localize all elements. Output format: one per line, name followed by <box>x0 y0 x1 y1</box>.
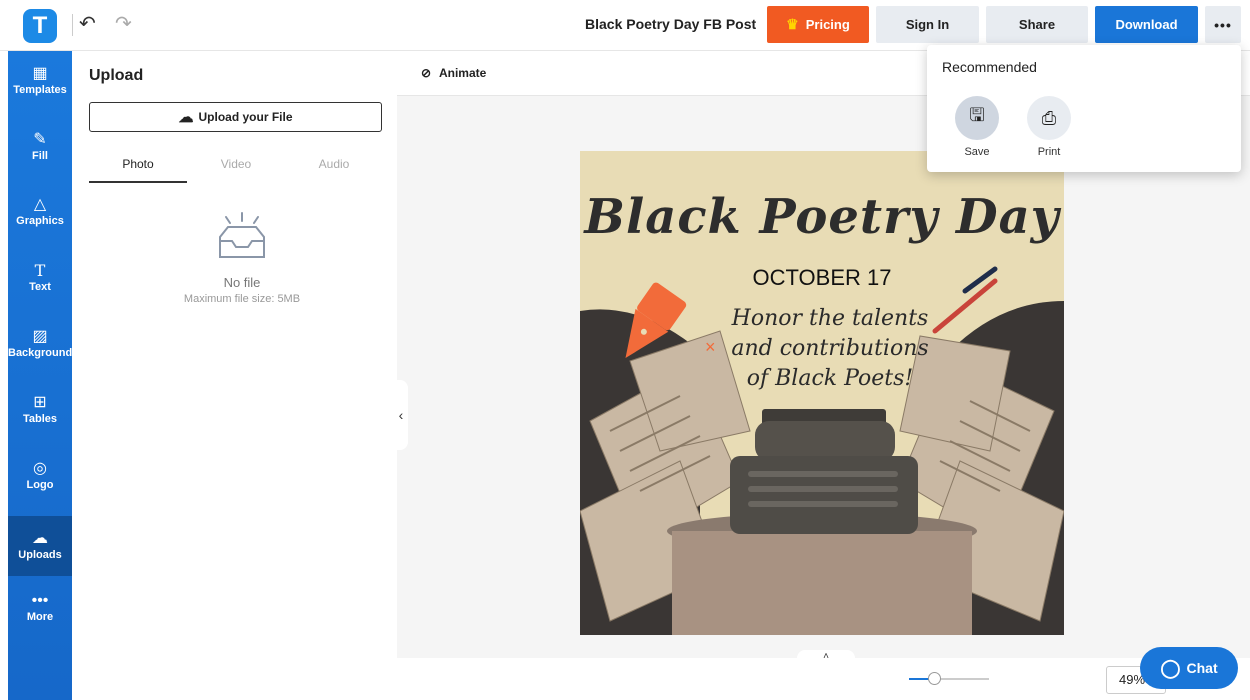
sidebar-item-label: Templates <box>13 84 67 96</box>
pricing-button[interactable]: ♛ Pricing <box>767 6 869 43</box>
sidebar: ▦ Templates ✎ Fill △ Graphics T Text ▨ B… <box>8 51 72 700</box>
panel-title: Upload <box>89 67 144 84</box>
redo-icon[interactable]: ↷ <box>115 11 132 36</box>
zoom-slider[interactable] <box>909 672 989 685</box>
sidebar-item-label: Background <box>8 347 73 359</box>
background-icon: ▨ <box>32 328 48 345</box>
upload-panel: Upload ☁ Upload your File Photo Video Au… <box>72 51 397 700</box>
animate-button[interactable]: ⊘ Animate <box>421 66 486 80</box>
sidebar-item-label: Graphics <box>16 215 64 227</box>
download-button[interactable]: Download <box>1095 6 1198 43</box>
empty-state-subtitle: Maximum file size: 5MB <box>183 293 301 305</box>
crown-icon: ♛ <box>786 16 799 32</box>
sidebar-item-text[interactable]: T Text <box>8 248 72 308</box>
poster-text-line: and contributions <box>731 336 929 361</box>
text-icon: T <box>34 261 46 280</box>
svg-text:×: × <box>705 337 716 357</box>
undo-icon[interactable]: ↶ <box>79 11 96 36</box>
logo-icon: ◎ <box>33 460 47 477</box>
share-button[interactable]: Share <box>986 6 1088 43</box>
save-icon: 🖫 <box>955 96 999 140</box>
poster-title: Black Poetry Day <box>584 189 1060 245</box>
top-bar: T ↶ ↷ Black Poetry Day FB Post ♛ Pricing… <box>0 0 1250 51</box>
pencil-icon: ✎ <box>33 131 47 148</box>
print-label: Print <box>1037 146 1061 158</box>
sign-in-button[interactable]: Sign In <box>876 6 979 43</box>
sidebar-item-label: Logo <box>26 479 54 491</box>
sidebar-item-label: Text <box>29 281 51 293</box>
download-options-dropdown: Recommended 🖫 Save ⎙ Print <box>927 45 1241 172</box>
sidebar-item-graphics[interactable]: △ Graphics <box>8 182 72 242</box>
empty-inbox-icon <box>219 212 265 258</box>
sidebar-item-label: More <box>26 611 54 623</box>
upload-button-label: Upload your File <box>198 110 293 124</box>
print-option[interactable]: ⎙ Print <box>1019 96 1079 158</box>
pricing-label: Pricing <box>805 17 850 32</box>
sidebar-item-background[interactable]: ▨ Background <box>8 314 72 374</box>
sidebar-item-label: Fill <box>32 150 48 162</box>
shapes-icon: △ <box>33 196 47 213</box>
chat-button[interactable]: ◯ Chat <box>1140 647 1238 689</box>
divider <box>72 14 73 36</box>
poster-design[interactable]: × Black Poetry Day OCTOBER 17 Honor the … <box>580 151 1064 635</box>
print-icon: ⎙ <box>1027 96 1071 140</box>
chat-icon: ◯ <box>1160 657 1181 678</box>
sidebar-item-label: Uploads <box>18 549 62 561</box>
tab-video[interactable]: Video <box>187 151 285 183</box>
sidebar-item-more[interactable]: ••• More <box>8 578 72 638</box>
sidebar-item-label: Tables <box>22 413 58 425</box>
tab-photo[interactable]: Photo <box>89 151 187 183</box>
document-title[interactable]: Black Poetry Day FB Post <box>585 16 756 32</box>
cloud-upload-icon: ☁ <box>32 530 48 547</box>
sidebar-item-uploads[interactable]: ☁ Uploads <box>8 516 72 576</box>
upload-file-button[interactable]: ☁ Upload your File <box>89 102 382 132</box>
dropdown-title: Recommended <box>942 59 1037 75</box>
animate-label: Animate <box>438 66 487 80</box>
app-logo[interactable]: T <box>23 9 57 43</box>
empty-state-title: No file <box>223 275 261 290</box>
sidebar-item-templates[interactable]: ▦ Templates <box>8 51 72 111</box>
sidebar-item-fill[interactable]: ✎ Fill <box>8 117 72 177</box>
chat-label: Chat <box>1186 660 1218 676</box>
poster-text-line: of Black Poets! <box>746 366 914 391</box>
templates-icon: ▦ <box>32 65 48 82</box>
more-options-button[interactable]: ••• <box>1205 6 1241 43</box>
table-icon: ⊞ <box>33 394 47 411</box>
bottom-bar: ˄ 49% <box>397 650 1250 700</box>
cloud-upload-icon: ☁ <box>178 109 194 126</box>
media-tabs: Photo Video Audio <box>89 151 382 183</box>
chevron-up-icon[interactable]: ˄ <box>797 650 855 664</box>
tab-audio[interactable]: Audio <box>285 151 383 183</box>
animate-icon: ⊘ <box>421 66 432 80</box>
sidebar-item-logo[interactable]: ◎ Logo <box>8 446 72 506</box>
collapse-panel-button[interactable]: ‹ <box>394 380 408 450</box>
save-label: Save <box>964 146 990 158</box>
poster-text-line: Honor the talents <box>731 306 929 331</box>
save-option[interactable]: 🖫 Save <box>947 96 1007 158</box>
more-icon: ••• <box>31 592 49 609</box>
sidebar-item-tables[interactable]: ⊞ Tables <box>8 380 72 440</box>
zoom-slider-handle[interactable] <box>928 672 941 685</box>
poster-date: OCTOBER 17 <box>752 265 892 290</box>
